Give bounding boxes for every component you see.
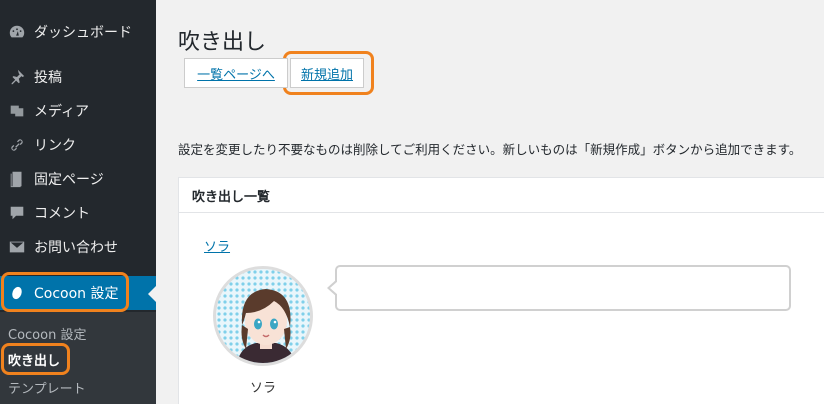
- tab-list-page[interactable]: 一覧ページへ: [184, 58, 288, 88]
- avatar-name: ソラ: [249, 381, 276, 396]
- speech-balloon-tail-inner: [330, 281, 338, 295]
- page-title: 吹き出し: [178, 30, 267, 55]
- sidebar-item-label: お問い合わせ: [34, 240, 118, 256]
- tab-add-new[interactable]: 新規追加: [290, 58, 364, 88]
- page-icon: [0, 170, 34, 188]
- comment-icon: [0, 204, 34, 222]
- dashboard-icon: [0, 23, 34, 41]
- sidebar-item-media[interactable]: メディア: [0, 94, 156, 128]
- sidebar-item-label: 投稿: [34, 70, 62, 86]
- avatar-portrait-image: [216, 269, 310, 363]
- sidebar-item-label: メディア: [34, 104, 90, 120]
- submenu-item-cocoon-settings[interactable]: Cocoon 設定: [8, 324, 86, 343]
- sidebar-item-contact[interactable]: お問い合わせ: [0, 230, 156, 264]
- sidebar-item-label: ダッシュボード: [34, 25, 132, 41]
- balloon-edit-link[interactable]: ソラ: [204, 236, 230, 255]
- sidebar-item-cocoon-settings[interactable]: Cocoon 設定: [0, 276, 156, 310]
- sidebar-item-label: 固定ページ: [34, 172, 104, 188]
- pin-icon: [0, 68, 34, 86]
- submenu-item-templates[interactable]: テンプレート: [8, 378, 86, 397]
- sidebar-item-label: リンク: [34, 138, 76, 154]
- submenu-item-balloons[interactable]: 吹き出し: [8, 350, 60, 369]
- link-icon: [0, 136, 34, 154]
- avatar: [213, 266, 313, 366]
- sidebar-item-pages[interactable]: 固定ページ: [0, 162, 156, 196]
- panel-title: 吹き出し一覧: [179, 178, 824, 213]
- sidebar-item-comments[interactable]: コメント: [0, 196, 156, 230]
- notice-text: 設定を変更したり不要なものは削除してご利用ください。新しいものは「新規作成」ボタ…: [178, 142, 802, 157]
- sidebar-item-posts[interactable]: 投稿: [0, 60, 156, 94]
- speech-balloon-preview: [327, 265, 791, 311]
- sidebar-item-label: コメント: [34, 206, 90, 222]
- sidebar-item-dashboard[interactable]: ダッシュボード: [0, 15, 156, 49]
- media-icon: [0, 102, 34, 120]
- cocoon-submenu: Cocoon 設定 吹き出し テンプレート: [0, 312, 156, 404]
- balloon-list-panel: 吹き出し一覧 ソラ ソラ: [178, 177, 824, 404]
- mail-icon: [0, 238, 34, 256]
- sidebar-item-label: Cocoon 設定: [34, 286, 119, 302]
- current-menu-arrow: [148, 286, 156, 302]
- sidebar-item-links[interactable]: リンク: [0, 128, 156, 162]
- admin-sidebar: ダッシュボード 投稿 メディア リンク 固定ページ コメント お問い合わせ Co…: [0, 0, 156, 404]
- cocoon-icon: [0, 284, 34, 302]
